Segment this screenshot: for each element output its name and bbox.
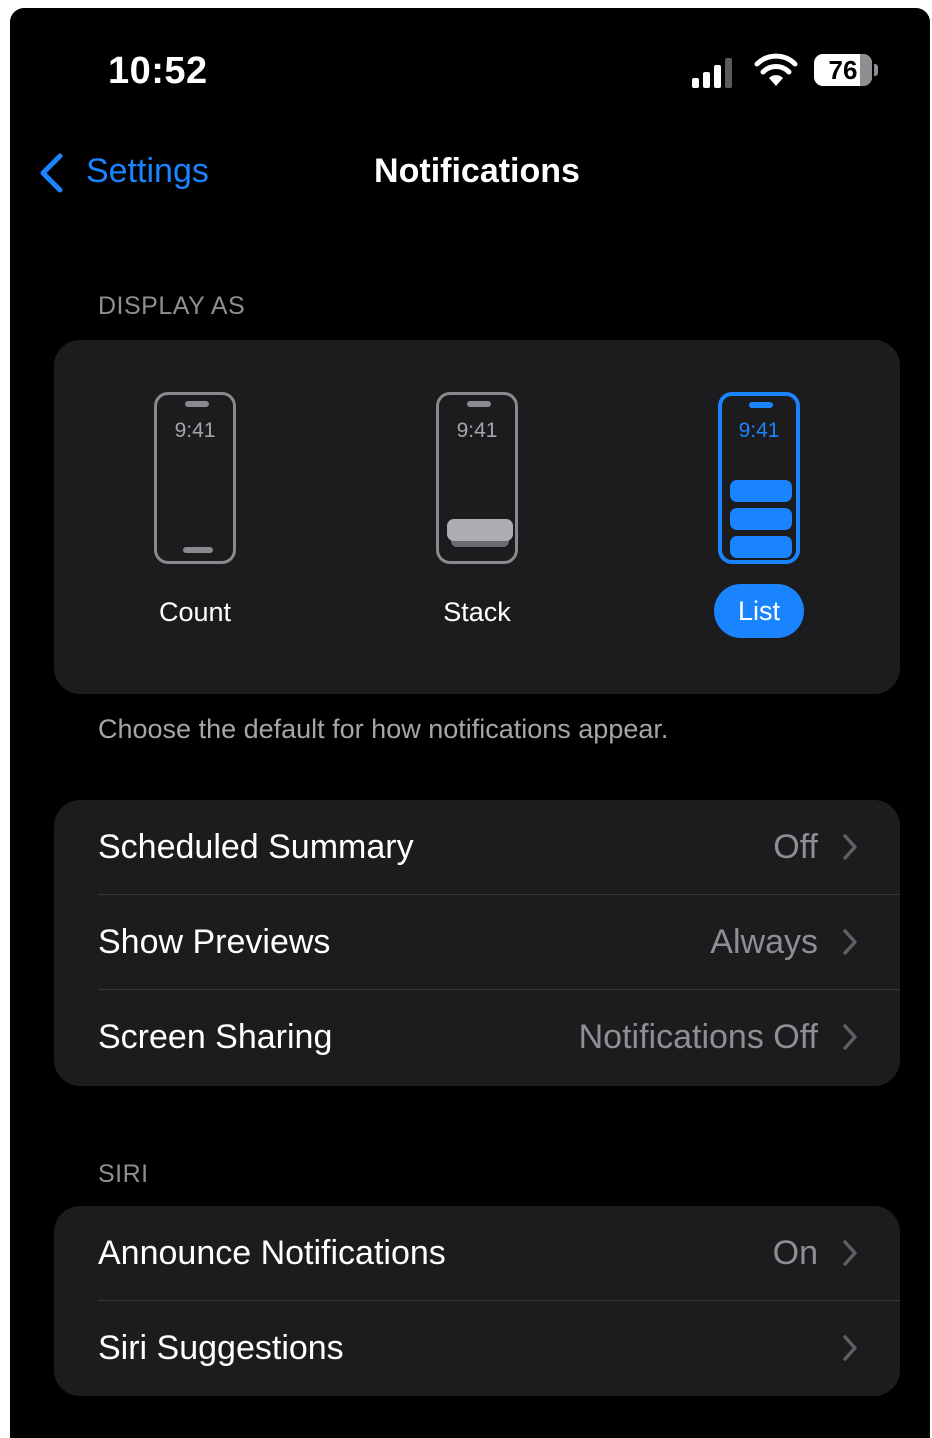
section-header-display-as: DISPLAY AS [98, 292, 246, 320]
row-show-previews[interactable]: Show Previews Always [54, 895, 900, 990]
preview-time: 9:41 [174, 419, 216, 442]
status-time: 10:52 [108, 50, 208, 92]
row-value: On [772, 1234, 818, 1272]
row-label: Announce Notifications [98, 1234, 446, 1272]
chevron-right-icon [843, 1024, 857, 1050]
option-label-list-selected: List [713, 584, 805, 638]
row-label: Siri Suggestions [98, 1329, 344, 1367]
row-value: Off [773, 828, 818, 866]
wifi-icon [754, 53, 798, 86]
chevron-right-icon [843, 1240, 857, 1266]
row-value: Always [710, 923, 818, 961]
page-title: Notifications [374, 152, 580, 190]
battery-tip [874, 64, 878, 76]
cellular-signal-icon [692, 58, 738, 88]
row-value: Notifications Off [578, 1018, 818, 1056]
row-label: Show Previews [98, 923, 331, 961]
display-option-stack[interactable]: 9:41 Stack [387, 392, 567, 632]
battery-level: 76 [828, 55, 858, 85]
option-label-stack: Stack [443, 597, 511, 627]
row-siri-suggestions[interactable]: Siri Suggestions [54, 1301, 900, 1396]
preview-time: 9:41 [738, 419, 780, 442]
display-option-count[interactable]: 9:41 Count [105, 392, 285, 632]
screen: 10:52 76 Settings Notifications DISPLAY … [10, 8, 930, 1438]
stack-phone-icon: 9:41 [436, 392, 518, 564]
row-label: Scheduled Summary [98, 828, 414, 866]
general-settings-card: Scheduled Summary Off Show Previews Alwa… [54, 800, 900, 1086]
siri-card: Announce Notifications On Siri Suggestio… [54, 1206, 900, 1396]
row-announce-notifications[interactable]: Announce Notifications On [54, 1206, 900, 1301]
preview-time: 9:41 [456, 419, 498, 442]
chevron-right-icon [843, 834, 857, 860]
row-label: Screen Sharing [98, 1018, 333, 1056]
row-scheduled-summary[interactable]: Scheduled Summary Off [54, 800, 900, 895]
battery-icon: 76 [814, 54, 872, 86]
count-phone-icon: 9:41 [154, 392, 236, 564]
display-as-footer: Choose the default for how notifications… [98, 714, 669, 744]
option-label-count: Count [158, 597, 232, 627]
display-as-card: 9:41 Count 9:41 Stack 9:41 List [54, 340, 900, 694]
section-header-siri: SIRI [98, 1160, 149, 1188]
chevron-right-icon [843, 929, 857, 955]
row-screen-sharing[interactable]: Screen Sharing Notifications Off [54, 990, 900, 1085]
display-option-list[interactable]: 9:41 List [669, 392, 849, 638]
chevron-right-icon [843, 1335, 857, 1361]
list-phone-icon: 9:41 [718, 392, 800, 564]
